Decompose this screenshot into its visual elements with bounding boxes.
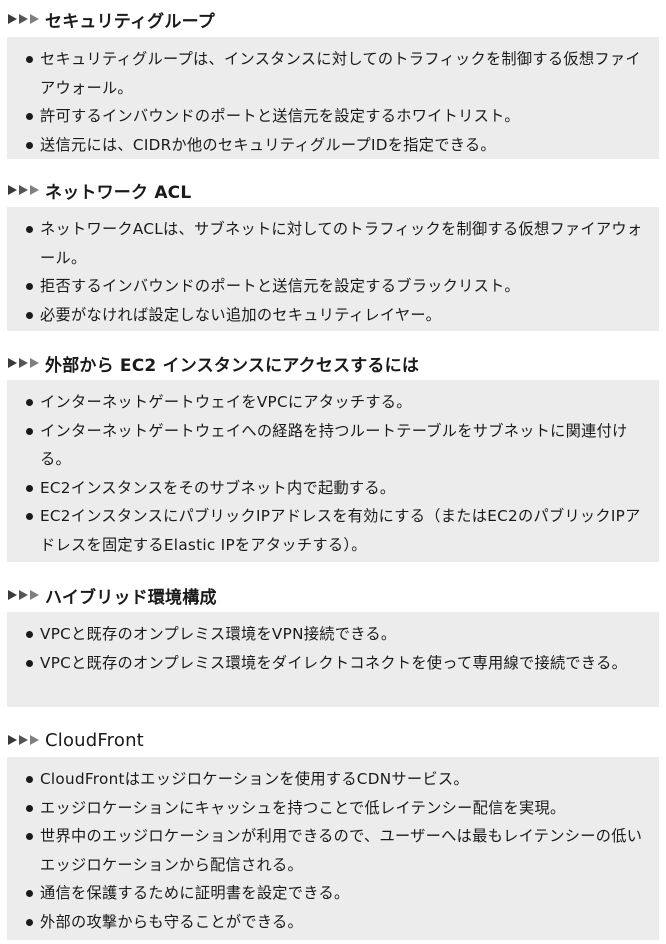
- bullet-icon: [26, 804, 33, 812]
- bullet-icon: [26, 283, 33, 291]
- bullet-icon: [26, 776, 33, 783]
- section-heading: ネットワーク ACL: [0, 178, 666, 203]
- section-title: セキュリティグループ: [45, 11, 215, 32]
- bullet-icon: [26, 226, 33, 233]
- bullet-icon: [26, 631, 33, 638]
- section-heading: 外部から EC2 インスタンスにアクセスするには: [0, 351, 666, 376]
- section-title: CloudFront: [45, 729, 144, 751]
- list-item: VPCと既存のオンプレミス環境をダイレクトコネクトを使って専用線で接続できる。: [26, 649, 645, 678]
- list-item: 外部の攻撃からも守ることができる。: [26, 908, 645, 937]
- bullet-icon: [26, 890, 33, 898]
- list-item: 必要がなければ設定しない追加のセキュリティレイヤー。: [26, 301, 645, 330]
- section-title: ハイブリッド環境構成: [45, 587, 217, 608]
- list-item: VPCと既存のオンプレミス環境をVPN接続できる。: [26, 620, 645, 649]
- bullet-icon: [26, 56, 33, 63]
- bullet-icon: [26, 141, 33, 149]
- section-title: 外部から EC2 インスタンスにアクセスするには: [45, 355, 420, 376]
- section-ec2-access: 外部から EC2 インスタンスにアクセスするには: [0, 351, 666, 376]
- section-box: ネットワークACLは、サブネットに対してのトラフィックを制御する仮想ファイアウォ…: [7, 207, 659, 331]
- triangle-marker-icon: [8, 185, 41, 195]
- list-item: EC2インスタンスをそのサブネット内で起動する。: [26, 474, 645, 503]
- section-heading: CloudFront: [0, 728, 666, 752]
- section-network-acl: ネットワーク ACL: [0, 178, 666, 203]
- bullet-icon: [26, 399, 33, 406]
- list-item: 送信元には、CIDRか他のセキュリティグループIDを指定できる。: [26, 131, 645, 160]
- section-box: セキュリティグループは、インスタンスに対してのトラフィックを制御する仮想ファイア…: [7, 37, 659, 159]
- list-item: 世界中のエッジロケーションが利用できるので、ユーザーへは最もレイテンシーの低いエ…: [26, 822, 645, 879]
- section-box: インターネットゲートウェイをVPCにアタッチする。 インターネットゲートウェイへ…: [7, 380, 659, 562]
- section-heading: ハイブリッド環境構成: [0, 583, 666, 608]
- list-item: ネットワークACLは、サブネットに対してのトラフィックを制御する仮想ファイアウォ…: [26, 215, 645, 272]
- section-title: ネットワーク ACL: [45, 182, 192, 203]
- list-item: セキュリティグループは、インスタンスに対してのトラフィックを制御する仮想ファイア…: [26, 45, 645, 102]
- section-hybrid: ハイブリッド環境構成: [0, 583, 666, 608]
- list-item: インターネットゲートウェイへの経路を持つルートテーブルをサブネットに関連付ける。: [26, 417, 645, 474]
- bullet-icon: [26, 833, 33, 841]
- triangle-marker-icon: [8, 14, 41, 24]
- bullet-icon: [26, 427, 33, 435]
- list-item: CloudFrontはエッジロケーションを使用するCDNサービス。: [26, 765, 645, 794]
- section-box: VPCと既存のオンプレミス環境をVPN接続できる。 VPCと既存のオンプレミス環…: [7, 612, 659, 707]
- list-item: EC2インスタンスにパブリックIPアドレスを有効にする（またはEC2のパブリック…: [26, 502, 645, 559]
- list-item: インターネットゲートウェイをVPCにアタッチする。: [26, 388, 645, 417]
- bullet-icon: [26, 513, 33, 521]
- triangle-marker-icon: [8, 735, 41, 745]
- list-item: 通信を保護するために証明書を設定できる。: [26, 879, 645, 908]
- section-heading: セキュリティグループ: [0, 7, 666, 32]
- document-page: セキュリティグループ セキュリティグループは、インスタンスに対してのトラフィック…: [0, 0, 666, 944]
- triangle-marker-icon: [8, 590, 41, 600]
- bullet-icon: [26, 918, 33, 926]
- list-item: 許可するインバウンドのポートと送信元を設定するホワイトリスト。: [26, 102, 645, 131]
- list-item: エッジロケーションにキャッシュを持つことで低レイテンシー配信を実現。: [26, 794, 645, 823]
- section-security-group: セキュリティグループ: [0, 7, 666, 32]
- bullet-icon: [26, 113, 33, 121]
- list-item: 拒否するインバウンドのポートと送信元を設定するブラックリスト。: [26, 272, 645, 301]
- section-box: CloudFrontはエッジロケーションを使用するCDNサービス。 エッジロケー…: [7, 757, 659, 940]
- triangle-marker-icon: [8, 358, 41, 368]
- bullet-icon: [26, 484, 33, 492]
- bullet-icon: [26, 311, 33, 319]
- section-cloudfront: CloudFront: [0, 728, 666, 752]
- bullet-icon: [26, 659, 33, 667]
